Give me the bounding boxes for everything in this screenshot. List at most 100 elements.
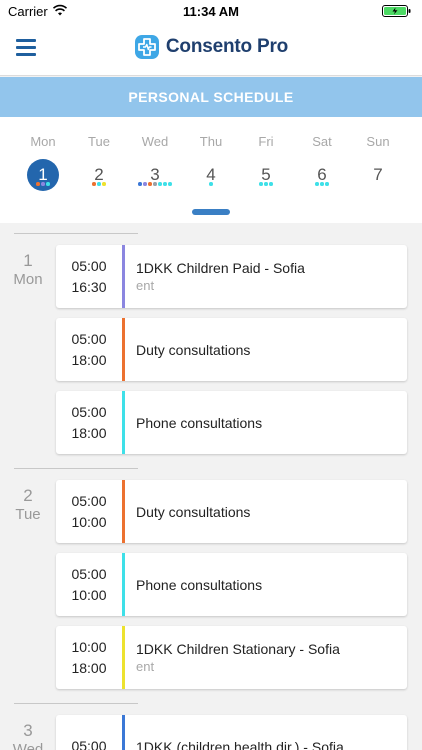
day-divider <box>14 233 138 234</box>
app-name: Consento Pro <box>165 36 289 57</box>
event-start-time: 05:00 <box>71 330 107 347</box>
status-time: 11:34 AM <box>183 4 239 19</box>
event-dot <box>153 182 157 186</box>
event-time-range: 05:00 18:00 <box>56 391 122 454</box>
event-dot <box>143 182 147 186</box>
event-indicator-dots <box>294 182 350 186</box>
event-color-bar <box>122 480 125 543</box>
week-selector: Mon 1 Tue 2 Wed 3 Thu 4 Fri 5 Sat 6 Sun 7 <box>0 117 422 223</box>
day-divider <box>14 468 138 469</box>
event-time-range: 10:00 18:00 <box>56 626 122 689</box>
event-title: Duty consultations <box>136 503 251 520</box>
event-dot <box>163 182 167 186</box>
event-time-range: 05:00 18:00 <box>56 318 122 381</box>
schedule-day-number: 2 <box>23 486 33 505</box>
status-bar: Carrier 11:34 AM <box>0 0 422 22</box>
week-day-name: Wed <box>141 134 169 149</box>
event-start-time: 10:00 <box>71 638 107 655</box>
week-day-number: 2 <box>94 165 104 184</box>
week-day-number: 6 <box>317 165 327 184</box>
event-dot <box>92 182 96 186</box>
week-day-name: Tue <box>88 134 110 149</box>
event-start-time: 05:00 <box>71 403 107 420</box>
event-info: Duty consultations <box>136 318 399 381</box>
week-day-number: 1 <box>27 159 59 191</box>
event-subtitle: ent <box>136 659 155 674</box>
event-dot <box>138 182 142 186</box>
event-title: 1DKK (children health dir.) - Sofia <box>136 738 344 750</box>
event-indicator-dots <box>238 182 294 186</box>
week-day-name: Thu <box>199 134 223 149</box>
event-end-time: 18:00 <box>71 659 107 676</box>
event-title: Duty consultations <box>136 341 251 358</box>
event-dot <box>269 182 273 186</box>
event-dot <box>168 182 172 186</box>
medical-cross-icon <box>134 35 159 59</box>
event-subtitle: ent <box>136 278 155 293</box>
event-end-time: 10:00 <box>71 586 107 603</box>
event-info: Duty consultations <box>136 480 399 543</box>
event-title: 1DKK Children Stationary - Sofia <box>136 641 340 657</box>
event-end-time: 10:00 <box>71 513 107 530</box>
event-end-time: 18:00 <box>71 351 107 368</box>
event-info: Phone consultations <box>136 391 399 454</box>
schedule-event-card[interactable]: 05:00 1DKK (children health dir.) - Sofia <box>56 715 407 750</box>
week-day-number: 7 <box>373 165 383 184</box>
schedule-list: 1 Mon 05:00 16:30 1DKK Children Paid - Sofia… <box>0 223 422 750</box>
event-color-bar <box>122 318 125 381</box>
week-day-name: Fri <box>258 134 274 149</box>
event-dot <box>97 182 101 186</box>
schedule-day-number: 3 <box>23 721 33 740</box>
event-color-bar <box>122 715 125 750</box>
event-time-range: 05:00 16:30 <box>56 245 122 308</box>
event-dot <box>102 182 106 186</box>
event-indicator-dots <box>71 182 127 186</box>
event-info: 1DKK Children Stationary - Sofia ent <box>136 626 399 689</box>
event-dot <box>46 182 50 186</box>
event-end-time: 16:30 <box>71 278 107 295</box>
event-end-time: 18:00 <box>71 424 107 441</box>
event-dot <box>148 182 152 186</box>
week-day-number: 4 <box>206 165 216 184</box>
schedule-event-card[interactable]: 05:00 10:00 Duty consultations <box>56 480 407 543</box>
event-indicator-dots <box>127 182 183 186</box>
schedule-weekday: Mon <box>13 271 43 288</box>
schedule-event-card[interactable]: 05:00 18:00 Duty consultations <box>56 318 407 381</box>
event-dot <box>315 182 319 186</box>
event-start-time: 05:00 <box>71 492 107 509</box>
schedule-event-card[interactable]: 05:00 18:00 Phone consultations <box>56 391 407 454</box>
event-title: 1DKK Children Paid - Sofia <box>136 260 305 276</box>
event-dot <box>209 182 213 186</box>
schedule-day-label: 1 Mon <box>0 251 56 289</box>
event-indicator-dots <box>15 182 71 186</box>
event-indicator-dots <box>183 182 239 186</box>
event-color-bar <box>122 626 125 689</box>
schedule-event-card[interactable]: 05:00 16:30 1DKK Children Paid - Sofia ent <box>56 245 407 308</box>
week-day-name: Sun <box>366 134 390 149</box>
event-dot <box>325 182 329 186</box>
week-expand-handle[interactable] <box>192 209 230 215</box>
event-dot <box>158 182 162 186</box>
event-dot <box>320 182 324 186</box>
week-day-number: 5 <box>261 165 271 184</box>
week-day-name: Sat <box>312 134 332 149</box>
schedule-day-number: 1 <box>23 251 33 270</box>
week-day-name: Mon <box>30 134 56 149</box>
page-title: PERSONAL SCHEDULE <box>0 77 422 117</box>
schedule-weekday: Wed <box>12 741 44 750</box>
event-time-range: 05:00 <box>56 715 122 750</box>
day-divider <box>14 703 138 704</box>
schedule-event-card[interactable]: 10:00 18:00 1DKK Children Stationary - Sof… <box>56 626 407 689</box>
schedule-day-label: 3 Wed <box>0 721 56 750</box>
event-dot <box>264 182 268 186</box>
event-dot <box>36 182 40 186</box>
battery-charging-icon <box>382 5 411 17</box>
event-time-range: 05:00 10:00 <box>56 480 122 543</box>
event-title: Phone consultations <box>136 414 263 431</box>
week-day-number: 3 <box>150 165 160 184</box>
event-color-bar <box>122 245 125 308</box>
event-time-range: 05:00 10:00 <box>56 553 122 616</box>
event-start-time: 05:00 <box>71 565 107 582</box>
event-dot <box>41 182 45 186</box>
schedule-event-card[interactable]: 05:00 10:00 Phone consultations <box>56 553 407 616</box>
